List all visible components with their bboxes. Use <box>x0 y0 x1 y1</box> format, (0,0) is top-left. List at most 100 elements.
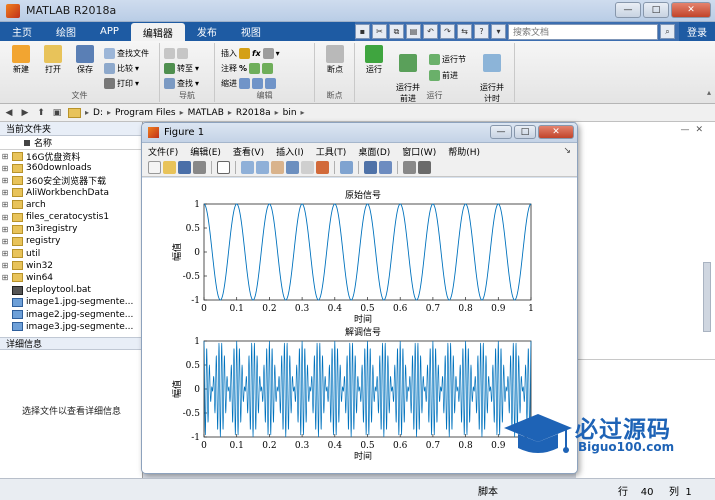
legend-icon[interactable] <box>379 161 392 174</box>
tab-publish[interactable]: 发布 <box>185 22 229 41</box>
forward-arrow-icon[interactable]: ▶ <box>18 106 32 120</box>
file-list-item[interactable]: ⊞ arch <box>0 199 142 211</box>
breadcrumb-item-matlab[interactable]: MATLAB <box>188 108 224 118</box>
tab-editor[interactable]: 编辑器 <box>130 23 185 41</box>
link-plot-icon[interactable] <box>340 161 353 174</box>
name-column-header[interactable]: 名称 <box>0 136 142 150</box>
open-button[interactable]: 打开 <box>38 45 68 75</box>
brush-icon[interactable] <box>316 161 329 174</box>
find-files-button[interactable]: 查找文件 <box>104 47 149 60</box>
hide-plot-tools-icon[interactable] <box>403 161 416 174</box>
run-button[interactable]: 运行 <box>359 45 389 75</box>
compare-button[interactable]: 比较 ▾ <box>104 62 139 75</box>
copy-icon[interactable]: ⧉ <box>389 24 404 39</box>
tab-home[interactable]: 主页 <box>0 22 44 41</box>
vertical-scrollbar[interactable] <box>703 262 711 332</box>
back-arrow-icon[interactable]: ◀ <box>2 106 16 120</box>
tab-plots[interactable]: 绘图 <box>44 22 88 41</box>
menu-view[interactable]: 查看(V) <box>233 145 264 158</box>
print-figure-icon[interactable] <box>193 161 206 174</box>
file-list-item[interactable]: ⊞ m3iregistry <box>0 223 142 235</box>
file-list-item[interactable]: ⊞ win32 <box>0 260 142 272</box>
file-list-item[interactable]: image3.jpg-segmente... <box>0 321 142 333</box>
pointer-icon[interactable] <box>217 161 230 174</box>
help-icon[interactable]: ? <box>474 24 489 39</box>
file-list-item[interactable]: image2.jpg-segmente... <box>0 308 142 320</box>
file-list-item[interactable]: ⊞ files_ceratocystis1 <box>0 211 142 223</box>
browse-folder-icon[interactable]: ▣ <box>50 106 64 120</box>
expand-icon[interactable]: ⊞ <box>0 261 10 270</box>
expand-icon[interactable]: ⊞ <box>0 249 10 258</box>
zoom-out-icon[interactable] <box>256 161 269 174</box>
panel-close-icon[interactable]: ✕ <box>695 125 703 135</box>
dropdown-icon[interactable]: ▾ <box>491 24 506 39</box>
breadcrumb-item-program-files[interactable]: Program Files <box>115 108 176 118</box>
print-button[interactable]: 打印 ▾ <box>104 77 139 90</box>
figure-maximize-button[interactable]: □ <box>514 125 536 139</box>
menu-edit[interactable]: 编辑(E) <box>190 145 221 158</box>
close-button[interactable]: ✕ <box>671 2 711 18</box>
expand-icon[interactable]: ⊞ <box>0 273 10 282</box>
tab-apps[interactable]: APP <box>88 22 131 41</box>
panel-minimize-icon[interactable]: — <box>680 125 689 135</box>
expand-icon[interactable]: ⊞ <box>0 152 10 161</box>
tab-view[interactable]: 视图 <box>229 22 273 41</box>
file-list-item[interactable]: ⊞ 360安全浏览器下载 <box>0 174 142 187</box>
search-input[interactable]: 搜索文档 <box>508 23 658 40</box>
cut-icon[interactable]: ✂ <box>372 24 387 39</box>
goto-button[interactable]: 转至 ▾ <box>164 62 199 75</box>
expand-icon[interactable]: ⊞ <box>0 225 10 234</box>
expand-icon[interactable]: ⊞ <box>0 200 10 209</box>
zoom-in-icon[interactable] <box>241 161 254 174</box>
figure-minimize-button[interactable]: — <box>490 125 512 139</box>
breadcrumb-item-r2018a[interactable]: R2018a <box>236 108 271 118</box>
insert-button[interactable]: 插入 fx ▾ <box>221 47 280 60</box>
find-button[interactable]: 查找 ▾ <box>164 77 199 90</box>
maximize-button[interactable]: □ <box>643 2 669 18</box>
expand-icon[interactable]: ⊞ <box>0 176 10 185</box>
file-list-item[interactable]: image1.jpg-segmente... <box>0 296 142 308</box>
minimize-button[interactable]: — <box>615 2 641 18</box>
switch-windows-icon[interactable]: ⇆ <box>457 24 472 39</box>
file-list-item[interactable]: ⊞ AliWorkbenchData <box>0 187 142 199</box>
indent-button[interactable]: 缩进 <box>221 77 276 90</box>
new-button[interactable]: 新建 <box>6 45 36 75</box>
new-figure-icon[interactable] <box>148 161 161 174</box>
file-list-item[interactable]: ⊞ 16G优盘资料 <box>0 150 142 162</box>
expand-icon[interactable]: ⊞ <box>0 164 10 173</box>
menu-insert[interactable]: 插入(I) <box>276 145 304 158</box>
advance-button[interactable]: 前进 <box>429 69 458 82</box>
menu-tools[interactable]: 工具(T) <box>316 145 347 158</box>
save-button[interactable]: 保存 <box>70 45 100 75</box>
expand-icon[interactable]: ⊞ <box>0 237 10 246</box>
figure-close-button[interactable]: ✕ <box>538 125 574 139</box>
save-figure-icon[interactable] <box>178 161 191 174</box>
search-icon[interactable]: ⌕ <box>660 24 675 39</box>
menu-file[interactable]: 文件(F) <box>148 145 178 158</box>
login-button[interactable]: 登录 <box>679 22 715 41</box>
rotate-3d-icon[interactable] <box>286 161 299 174</box>
menu-desktop[interactable]: 桌面(D) <box>358 145 390 158</box>
breadcrumb-item-drive[interactable]: D: <box>93 108 103 118</box>
show-plot-tools-icon[interactable] <box>418 161 431 174</box>
expand-icon[interactable]: ⊞ <box>0 213 10 222</box>
save-icon[interactable]: ▪ <box>355 24 370 39</box>
run-section-button[interactable]: 运行节 <box>429 53 466 66</box>
collapse-ribbon-icon[interactable]: ▴ <box>707 88 711 97</box>
menu-help[interactable]: 帮助(H) <box>448 145 480 158</box>
paste-icon[interactable]: ▤ <box>406 24 421 39</box>
data-cursor-icon[interactable] <box>301 161 314 174</box>
file-list-item[interactable]: ⊞ 360downloads <box>0 162 142 174</box>
file-list-item[interactable]: ⊞ util <box>0 248 142 260</box>
file-list-item[interactable]: deploytool.bat <box>0 284 142 296</box>
up-folder-icon[interactable]: ⬆ <box>34 106 48 120</box>
breakpoints-button[interactable]: 断点 <box>320 45 350 75</box>
file-list-item[interactable]: ⊞ registry <box>0 235 142 247</box>
redo-icon[interactable]: ↷ <box>440 24 455 39</box>
file-list-item[interactable]: ⊞ win64 <box>0 272 142 284</box>
breadcrumb-item-bin[interactable]: bin <box>283 108 297 118</box>
colorbar-icon[interactable] <box>364 161 377 174</box>
open-file-icon[interactable] <box>163 161 176 174</box>
menu-window[interactable]: 窗口(W) <box>402 145 436 158</box>
go-back-button[interactable] <box>164 47 188 60</box>
